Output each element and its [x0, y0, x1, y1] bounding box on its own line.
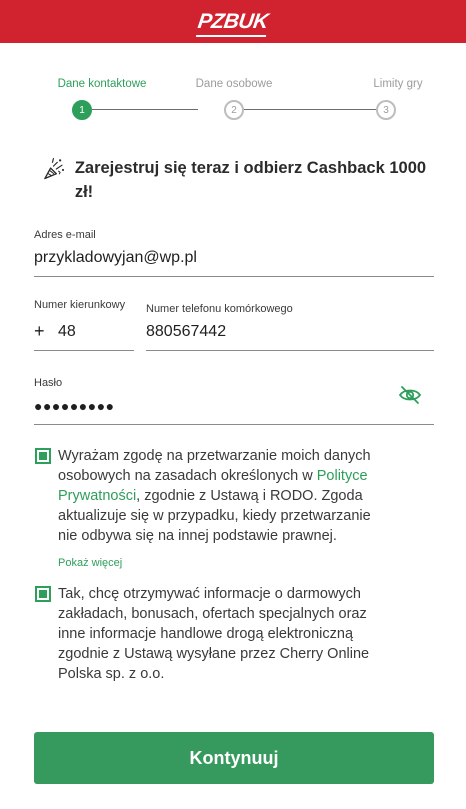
registration-stepper: Dane kontaktowe 1 Dane osobowe 2 Limity …	[34, 78, 434, 122]
promo-text: Zarejestruj się teraz i odbierz Cashback…	[74, 159, 427, 201]
logo-underline	[195, 34, 267, 37]
country-code-field[interactable]: 48	[58, 323, 76, 341]
continue-button[interactable]: Kontynuuj	[34, 732, 434, 784]
phone-field[interactable]: 880567442	[146, 323, 226, 341]
checkbox-fill	[39, 452, 47, 460]
step-number: 2	[224, 100, 244, 120]
country-code-label: Numer kierunkowy	[34, 299, 126, 311]
brand-logo[interactable]: PZBUK	[195, 9, 270, 37]
show-more-link[interactable]: Pokaż więcej	[58, 557, 122, 569]
eye-off-icon[interactable]	[398, 385, 422, 405]
email-underline	[34, 276, 434, 277]
step-label: Dane kontaktowe	[57, 78, 147, 90]
password-label: Hasło	[34, 377, 63, 389]
privacy-consent-text: Wyrażam zgodę na przetwarzanie moich dan…	[58, 446, 388, 546]
email-field[interactable]: przykladowyjan@wp.pl	[34, 249, 197, 267]
phone-label: Numer telefonu komórkowego	[146, 303, 293, 315]
marketing-consent-text: Tak, chcę otrzymywać informacje o darmow…	[58, 586, 370, 682]
stepper-line-2	[244, 109, 376, 110]
checkbox-fill	[39, 590, 47, 598]
marketing-consent-checkbox[interactable]	[35, 586, 51, 602]
email-label: Adres e-mail	[34, 229, 96, 241]
cashback-promo: Zarejestruj się teraz i odbierz Cashback…	[42, 156, 432, 204]
privacy-consent-checkbox[interactable]	[35, 448, 51, 464]
top-bar: PZBUK	[0, 0, 466, 43]
password-underline	[34, 424, 434, 425]
step-number: 3	[376, 100, 396, 120]
step-label: Dane osobowe	[195, 78, 273, 90]
step-number: 1	[72, 100, 92, 120]
stepper-line-1	[92, 109, 198, 110]
password-field[interactable]: ●●●●●●●●●	[34, 398, 115, 414]
country-code-underline	[34, 350, 134, 351]
phone-underline	[146, 350, 434, 351]
party-popper-icon	[44, 157, 65, 180]
country-code-prefix: +	[34, 321, 45, 341]
brand-logo-text: PZBUK	[196, 9, 270, 33]
step-label: Limity gry	[373, 78, 423, 90]
